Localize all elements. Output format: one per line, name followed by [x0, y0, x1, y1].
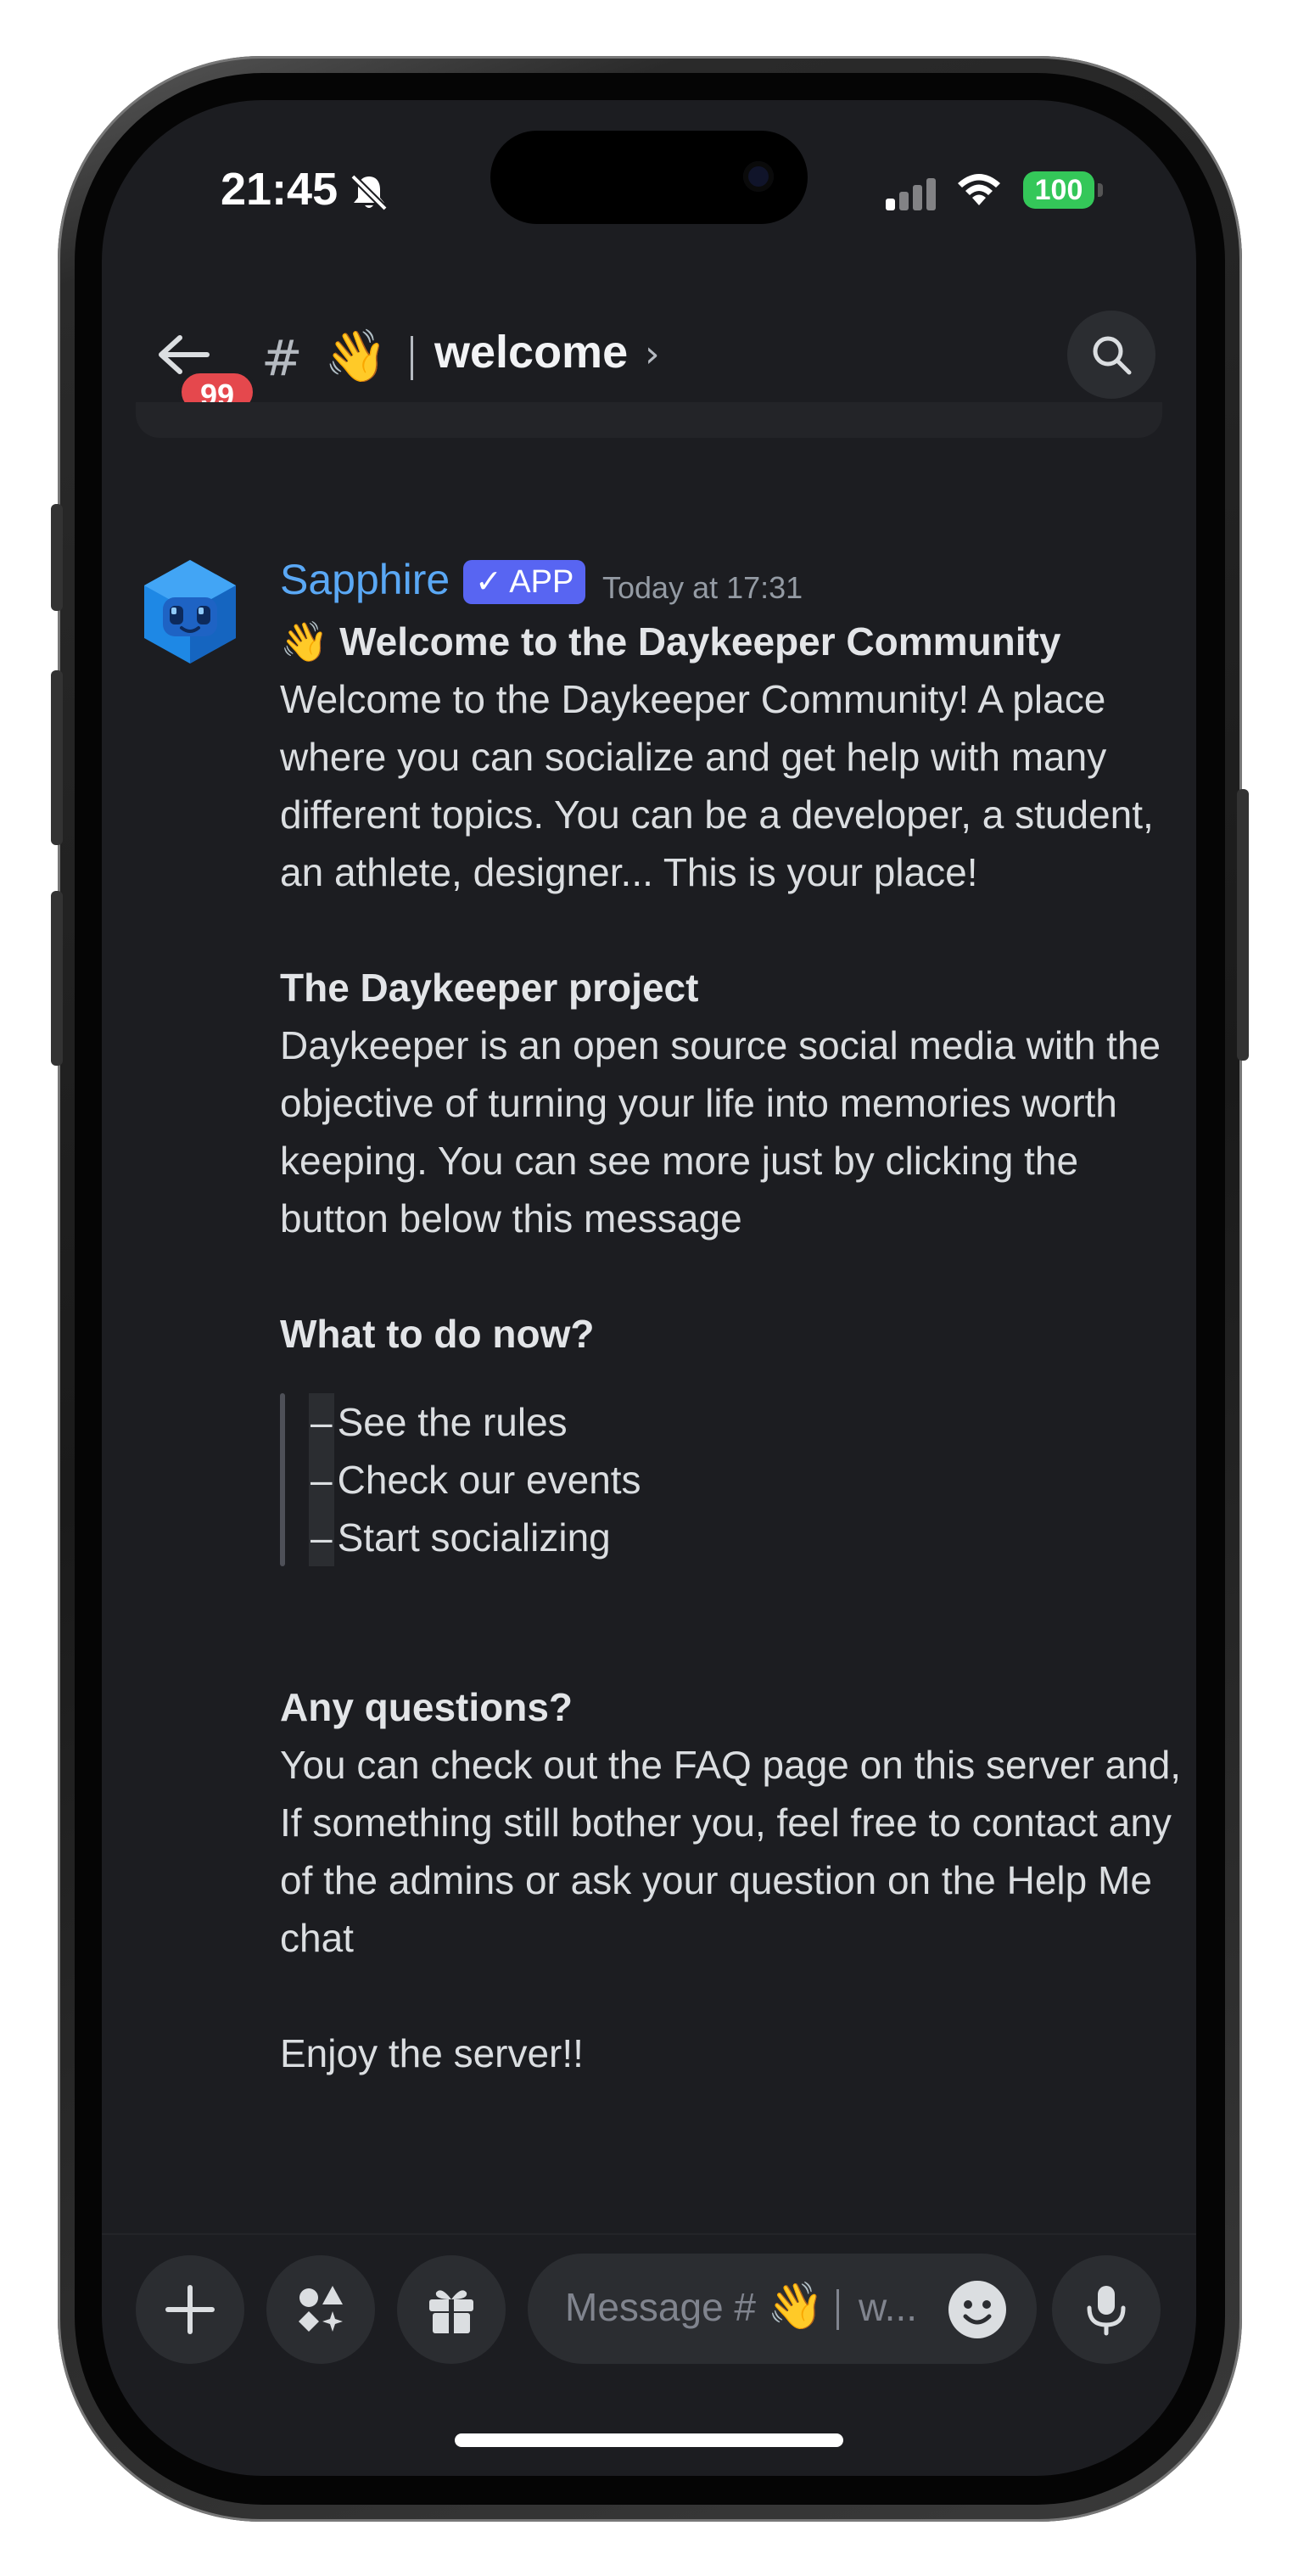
placeholder-emoji: 👋	[767, 2279, 825, 2332]
message: Sapphire ✓ APP Today at 17:31 👋 Welcome …	[280, 552, 1188, 2082]
wave-emoji: 👋	[280, 619, 329, 664]
apps-button[interactable]	[266, 2255, 375, 2364]
channel-name-divider	[411, 336, 413, 380]
gift-icon	[429, 2290, 473, 2333]
add-attachment-button[interactable]	[136, 2255, 244, 2364]
message-body: 👋 Welcome to the Daykeeper Community Wel…	[280, 613, 1188, 2082]
questions-paragraph: You can check out the FAQ page on this s…	[280, 1743, 1182, 1960]
todo-item: – See the rules	[309, 1393, 1188, 1451]
project-paragraph: Daykeeper is an open source social media…	[280, 1023, 1161, 1240]
chevron-right-icon[interactable]: ›	[645, 333, 660, 376]
channel-emoji: 👋	[324, 327, 388, 386]
todo-item-text: See the rules	[337, 1400, 568, 1444]
todo-blockquote: – See the rules – Check our events – Start …	[280, 1393, 1188, 1566]
questions-heading: Any questions?	[280, 1685, 573, 1729]
dynamic-island	[490, 131, 808, 224]
channel-header: 99 # 👋 welcome ›	[102, 295, 1196, 414]
search-button[interactable]	[1067, 311, 1155, 399]
composer-divider	[102, 2233, 1196, 2235]
power-button	[1237, 789, 1249, 1061]
channel-name[interactable]: welcome	[434, 326, 628, 378]
emoji-icon[interactable]	[947, 2279, 1008, 2340]
message-timestamp: Today at 17:31	[602, 570, 803, 605]
previous-message-card	[136, 402, 1162, 438]
todo-item: – Check our events	[309, 1451, 1188, 1509]
volume-up-button	[51, 670, 63, 845]
volume-down-button	[51, 891, 63, 1066]
message-header: Sapphire ✓ APP Today at 17:31	[280, 552, 1188, 613]
plus-icon	[165, 2285, 215, 2334]
front-camera	[743, 161, 774, 192]
bell-slash-icon	[350, 174, 388, 211]
todo-item-text: Start socializing	[337, 1515, 611, 1560]
todo-heading: What to do now?	[280, 1312, 595, 1356]
placeholder-tail: w...	[859, 2285, 918, 2329]
app-tag: ✓ APP	[463, 560, 586, 604]
home-indicator[interactable]	[455, 2433, 843, 2447]
apps-icon	[299, 2286, 343, 2332]
signal-icon	[886, 176, 937, 210]
author-name[interactable]: Sapphire	[280, 555, 450, 604]
channel-hash-icon: #	[261, 329, 303, 387]
intro-paragraph: Welcome to the Daykeeper Community! A pl…	[280, 677, 1154, 894]
message-input[interactable]: Message # 👋 w...	[528, 2254, 1037, 2364]
action-button	[51, 504, 63, 611]
search-icon	[1093, 336, 1132, 375]
list-dash: –	[309, 1451, 334, 1509]
message-title-text: Welcome to the Daykeeper Community	[339, 619, 1061, 664]
screen: 21:45 100 99 # 👋 welcome › Sapphire ✓ AP…	[102, 100, 1196, 2476]
project-heading: The Daykeeper project	[280, 966, 699, 1010]
gift-button[interactable]	[397, 2255, 506, 2364]
status-time: 21:45	[221, 164, 338, 215]
todo-item: – Start socializing	[309, 1509, 1188, 1566]
placeholder-divider	[836, 2289, 839, 2330]
battery-tip	[1098, 183, 1103, 197]
message-title: 👋 Welcome to the Daykeeper Community	[280, 613, 1188, 670]
microphone-icon	[1087, 2286, 1126, 2336]
closing-line: Enjoy the server!!	[280, 2031, 584, 2075]
list-dash: –	[309, 1393, 334, 1451]
voice-message-button[interactable]	[1052, 2255, 1161, 2364]
todo-item-text: Check our events	[337, 1458, 641, 1502]
message-input-placeholder: Message #	[565, 2285, 757, 2329]
list-dash: –	[309, 1509, 334, 1566]
wifi-icon	[958, 174, 1000, 205]
battery-icon: 100	[1023, 171, 1094, 209]
bot-avatar[interactable]	[139, 557, 241, 667]
